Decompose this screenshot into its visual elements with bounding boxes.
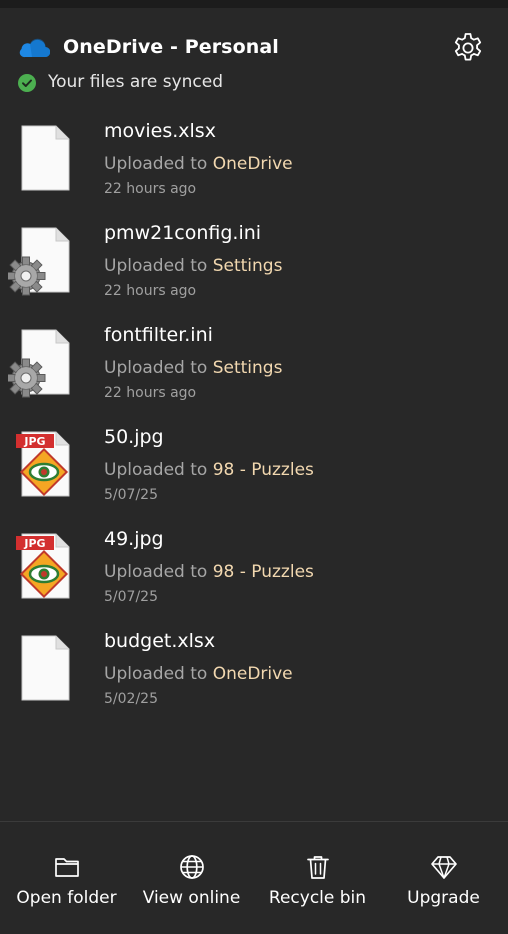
- upload-info: Uploaded to OneDrive: [104, 154, 293, 174]
- file-list-item[interactable]: JPG 49.jpg Uploaded to 98 - Puzzles 5/07…: [0, 520, 508, 622]
- sync-status-text: Your files are synced: [48, 72, 224, 92]
- upload-prefix: Uploaded to: [104, 154, 208, 174]
- upload-prefix: Uploaded to: [104, 256, 208, 276]
- recent-files-list: movies.xlsx Uploaded to OneDrive 22 hour…: [0, 112, 508, 724]
- destination-link[interactable]: OneDrive: [213, 664, 293, 684]
- destination-link[interactable]: Settings: [213, 256, 283, 276]
- upload-time: 5/07/25: [104, 487, 158, 503]
- header: OneDrive - Personal Your files are synce…: [0, 8, 508, 100]
- jpg-badge-text: JPG: [23, 537, 45, 550]
- trash-icon: [306, 856, 329, 879]
- file-list-item[interactable]: JPG 50.jpg Uploaded to 98 - Puzzles 5/07…: [0, 418, 508, 520]
- file-name: 50.jpg: [104, 426, 164, 448]
- file-name: budget.xlsx: [104, 630, 216, 652]
- upgrade-label: Upgrade: [407, 888, 480, 908]
- destination-link[interactable]: 98 - Puzzles: [213, 562, 314, 582]
- upload-info: Uploaded to 98 - Puzzles: [104, 562, 314, 582]
- file-name: pmw21config.ini: [104, 222, 262, 244]
- open-folder-button[interactable]: Open folder: [3, 822, 130, 934]
- blank-document-icon: [21, 635, 70, 701]
- file-list-item[interactable]: budget.xlsx Uploaded to OneDrive 5/02/25: [0, 622, 508, 724]
- destination-link[interactable]: OneDrive: [213, 154, 293, 174]
- top-strip: [0, 0, 508, 8]
- upload-time: 22 hours ago: [104, 385, 197, 401]
- file-list-item[interactable]: movies.xlsx Uploaded to OneDrive 22 hour…: [0, 112, 508, 214]
- file-name: movies.xlsx: [104, 120, 216, 142]
- app-title: OneDrive - Personal: [63, 36, 279, 58]
- file-name: fontfilter.ini: [104, 324, 213, 346]
- recycle-bin-label: Recycle bin: [268, 888, 367, 908]
- blank-document-icon: [21, 125, 70, 191]
- upload-info: Uploaded to OneDrive: [104, 664, 293, 684]
- view-online-button[interactable]: View online: [128, 822, 255, 934]
- upload-time: 5/02/25: [104, 691, 158, 707]
- upload-prefix: Uploaded to: [104, 358, 208, 378]
- upload-info: Uploaded to Settings: [104, 256, 282, 276]
- config-file-icon: [8, 329, 70, 398]
- upgrade-button[interactable]: Upgrade: [380, 822, 507, 934]
- upload-info: Uploaded to Settings: [104, 358, 282, 378]
- config-file-icon: [8, 227, 70, 296]
- recycle-bin-button[interactable]: Recycle bin: [254, 822, 381, 934]
- file-name: 49.jpg: [104, 528, 164, 550]
- gear-icon: [454, 33, 482, 61]
- upload-time: 22 hours ago: [104, 181, 197, 197]
- diamond-icon: [430, 856, 457, 879]
- open-folder-label: Open folder: [16, 888, 117, 908]
- onedrive-cloud-icon: [19, 38, 50, 58]
- upload-time: 5/07/25: [104, 589, 158, 605]
- view-online-label: View online: [142, 888, 241, 908]
- upload-prefix: Uploaded to: [104, 562, 208, 582]
- settings-button[interactable]: [450, 30, 486, 66]
- destination-link[interactable]: Settings: [213, 358, 283, 378]
- jpg-file-icon: JPG: [16, 533, 70, 599]
- jpg-file-icon: JPG: [16, 431, 70, 497]
- file-list-item[interactable]: pmw21config.ini Uploaded to Settings 22 …: [0, 214, 508, 316]
- jpg-badge-text: JPG: [23, 435, 45, 448]
- footer-toolbar: Open folder View online Recycle bin Upgr…: [0, 822, 508, 934]
- folder-icon: [54, 858, 79, 877]
- upload-prefix: Uploaded to: [104, 664, 208, 684]
- check-circle-icon: [18, 74, 36, 92]
- upload-prefix: Uploaded to: [104, 460, 208, 480]
- upload-time: 22 hours ago: [104, 283, 197, 299]
- upload-info: Uploaded to 98 - Puzzles: [104, 460, 314, 480]
- globe-icon: [179, 855, 204, 879]
- destination-link[interactable]: 98 - Puzzles: [213, 460, 314, 480]
- onedrive-flyout: OneDrive - Personal Your files are synce…: [0, 0, 508, 934]
- file-list-item[interactable]: fontfilter.ini Uploaded to Settings 22 h…: [0, 316, 508, 418]
